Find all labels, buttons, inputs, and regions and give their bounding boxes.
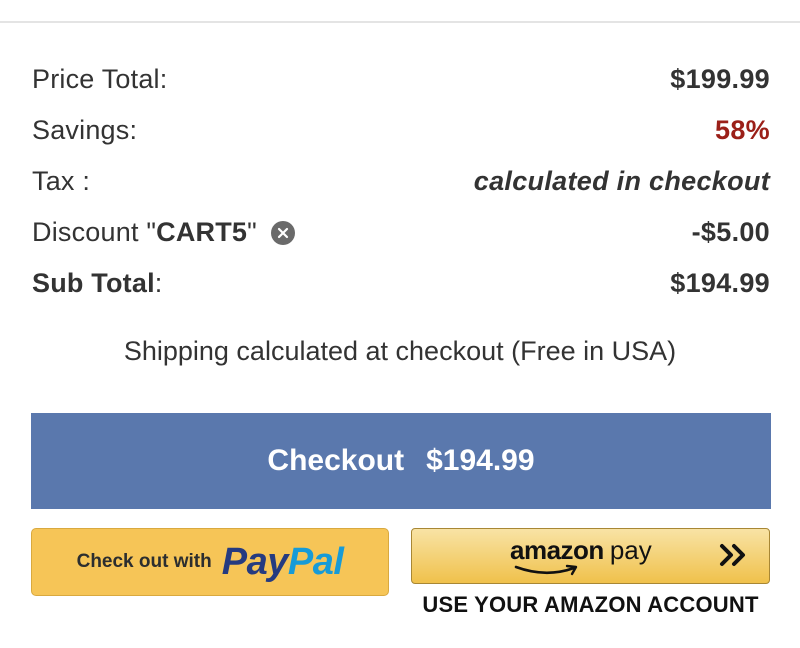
tax-value: calculated in checkout	[473, 166, 770, 196]
paypal-logo-pal: Pal	[287, 540, 344, 583]
checkout-button[interactable]: Checkout $194.99	[31, 413, 771, 509]
paypal-checkout-button[interactable]: Check out with PayPal	[31, 528, 389, 596]
remove-discount-button[interactable]	[270, 220, 295, 245]
discount-label: Discount " CART5 "	[32, 217, 295, 248]
discount-label-suffix: "	[247, 217, 257, 247]
tax-row: Tax : calculated in checkout	[32, 156, 770, 207]
paypal-logo-pay: Pay	[221, 540, 289, 583]
savings-row: Savings: 58%	[32, 105, 770, 156]
amazon-pay-caption: USE YOUR AMAZON ACCOUNT	[422, 592, 759, 617]
discount-value: -$5.00	[691, 217, 770, 247]
subtotal-value: $194.99	[670, 268, 770, 298]
subtotal-colon: :	[154, 268, 163, 298]
amazon-pay-logo: amazon pay	[510, 535, 652, 576]
tax-label: Tax :	[32, 166, 91, 196]
amazon-pay-button[interactable]: amazon pay	[411, 528, 770, 584]
checkout-button-label: Checkout	[267, 444, 405, 477]
divider	[0, 21, 800, 23]
amazon-logo-pay: pay	[609, 535, 652, 565]
price-total-value: $199.99	[670, 64, 770, 94]
paypal-logo: PayPal	[222, 541, 344, 584]
paypal-button-prefix: Check out with	[76, 551, 212, 572]
subtotal-row: Sub Total: $194.99	[32, 258, 770, 309]
discount-row: Discount " CART5 " -$5.00	[32, 207, 770, 258]
savings-label: Savings:	[32, 115, 138, 145]
double-chevron-right-icon	[720, 544, 745, 566]
checkout-button-amount: $194.99	[426, 444, 535, 477]
close-circle-icon	[277, 227, 289, 238]
savings-value: 58%	[715, 115, 770, 145]
subtotal-label: Sub Total:	[32, 268, 163, 299]
subtotal-label-text: Sub Total	[32, 268, 155, 298]
order-summary: Price Total: $199.99 Savings: 58% Tax : …	[32, 54, 770, 309]
discount-code: CART5	[156, 217, 248, 247]
shipping-note: Shipping calculated at checkout (Free in…	[123, 336, 677, 366]
discount-label-prefix: Discount "	[32, 217, 157, 247]
amazon-logo-word: amazon	[510, 535, 604, 565]
price-total-label: Price Total:	[32, 64, 168, 94]
price-total-row: Price Total: $199.99	[32, 54, 770, 105]
amazon-smile-icon	[514, 564, 578, 576]
